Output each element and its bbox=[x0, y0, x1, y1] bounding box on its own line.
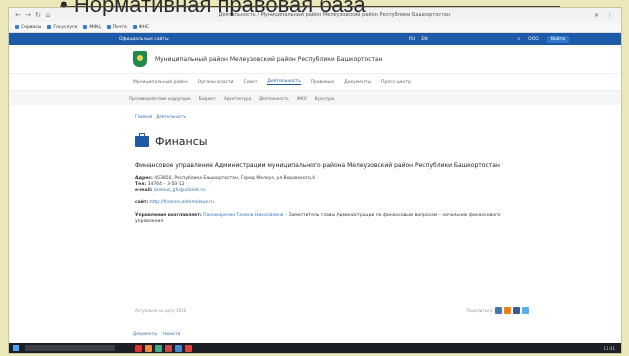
email-label: e-mail: bbox=[135, 188, 153, 193]
briefcase-icon bbox=[135, 133, 149, 147]
organization-name: Финансовое управление Администрации муни… bbox=[135, 162, 500, 169]
nav-item-active[interactable]: Деятельность bbox=[267, 79, 301, 85]
taskbar-search[interactable] bbox=[25, 345, 115, 351]
system-clock: 11:41 bbox=[603, 345, 615, 351]
site-top-bar: Официальные сайты RU EN ⌕ ООО Войти bbox=[9, 33, 621, 45]
close-icon[interactable]: × bbox=[594, 12, 599, 19]
nav-item[interactable]: Документы bbox=[344, 80, 371, 85]
footer-link[interactable]: Документы bbox=[133, 331, 157, 336]
share-label: Поделиться: bbox=[466, 308, 493, 313]
sub-nav: Противодействие коррупции Бюджет Архитек… bbox=[9, 91, 621, 105]
footer-links: Документы Новости bbox=[133, 331, 180, 336]
subnav-item[interactable]: Культура bbox=[315, 96, 335, 101]
bookmark-item[interactable]: МФЦ bbox=[83, 24, 101, 30]
language-switch: RU EN bbox=[409, 37, 428, 42]
breadcrumb-link[interactable]: Главная bbox=[135, 114, 152, 119]
accessibility-icon[interactable]: ООО bbox=[528, 37, 539, 42]
back-icon[interactable]: ← bbox=[15, 11, 21, 19]
app-icon[interactable] bbox=[175, 344, 182, 352]
nav-item[interactable]: Совет bbox=[243, 80, 257, 85]
page-title: Финансы bbox=[155, 135, 208, 148]
menu-icon[interactable]: ⋮ bbox=[607, 12, 613, 19]
app-icon[interactable] bbox=[185, 344, 192, 352]
browser-screenshot: ← → ↻ ⌂ Деятельность / Муниципальный рай… bbox=[9, 8, 621, 353]
breadcrumb: Главная Деятельность bbox=[9, 105, 621, 119]
head-of-department: Управление возглавляет: Пономаренко Гали… bbox=[135, 213, 525, 225]
start-icon[interactable] bbox=[13, 345, 19, 351]
nav-item[interactable]: Пресс-центр bbox=[381, 80, 411, 85]
bookmark-icon bbox=[83, 25, 88, 29]
email-line: e-mail: meleuz_gfu@ufanet.ru bbox=[135, 188, 621, 194]
facebook-share-icon[interactable] bbox=[513, 307, 520, 314]
ok-share-icon[interactable] bbox=[504, 307, 511, 314]
nav-item[interactable]: Правовые bbox=[311, 80, 334, 85]
os-taskbar: 11:41 bbox=[9, 343, 621, 353]
bookmark-item[interactable]: Госуслуги bbox=[47, 25, 77, 30]
app-icon[interactable] bbox=[145, 344, 152, 352]
page-footer-row: Актуально на дату 2016 Поделиться: bbox=[135, 307, 529, 314]
site-url-link[interactable]: http://finance.admmeleuz.ru bbox=[150, 200, 214, 205]
share-block: Поделиться: bbox=[467, 307, 529, 314]
updated-date: Актуально на дату 2016 bbox=[135, 308, 187, 313]
bookmark-label: Госуслуги bbox=[53, 24, 78, 30]
tel-value: 34764 – 3-50-12 bbox=[147, 182, 185, 187]
nav-item[interactable]: Органы власти bbox=[198, 80, 234, 85]
title-row: Финансы bbox=[135, 133, 621, 148]
subnav-item[interactable]: Противодействие коррупции bbox=[129, 96, 191, 101]
window-controls: × ⋮ bbox=[594, 12, 613, 19]
reload-icon[interactable]: ↻ bbox=[35, 11, 41, 19]
bookmark-label: Почта bbox=[112, 24, 127, 30]
address-value: 453850, Республика Башкортостан, Город М… bbox=[154, 176, 315, 181]
bookmark-item[interactable]: Почта bbox=[106, 24, 127, 30]
app-icon[interactable] bbox=[155, 344, 162, 352]
coat-of-arms-logo[interactable] bbox=[133, 51, 147, 67]
bookmark-icon bbox=[15, 25, 19, 29]
email-link[interactable]: meleuz_gfu@ufanet.ru bbox=[154, 188, 205, 193]
site-name[interactable]: Муниципальный район Мелеузовский район Р… bbox=[155, 56, 383, 63]
site-url-line: сайт: http://finance.admmeleuz.ru bbox=[135, 200, 621, 205]
footer-link[interactable]: Новости bbox=[163, 331, 180, 336]
head-label: Управление возглавляет: bbox=[135, 213, 202, 218]
search-icon[interactable]: ⌕ bbox=[518, 36, 521, 42]
bookmark-item[interactable]: Сервисы bbox=[15, 25, 41, 30]
site-label: сайт: bbox=[135, 200, 149, 205]
main-nav: Муниципальный район Органы власти Совет … bbox=[9, 74, 621, 91]
lang-en[interactable]: EN bbox=[421, 37, 427, 42]
head-name-link[interactable]: Пономаренко Галина Николаевна bbox=[203, 213, 283, 218]
bookmark-label: МФЦ bbox=[89, 24, 101, 30]
contact-details: Адрес: 453850, Республика Башкортостан, … bbox=[135, 176, 621, 194]
tel-label: Тел: bbox=[135, 182, 147, 187]
official-sites-link[interactable]: Официальные сайты bbox=[119, 37, 239, 42]
subnav-item[interactable]: ЖКХ bbox=[297, 96, 307, 101]
breadcrumb-link[interactable]: Деятельность bbox=[156, 114, 186, 119]
bookmark-icon bbox=[47, 25, 52, 29]
bookmark-icon bbox=[132, 25, 137, 29]
slide-bullet-text: • Нормативная правовая база bbox=[60, 0, 560, 16]
twitter-share-icon[interactable] bbox=[522, 307, 529, 314]
login-button[interactable]: Войти bbox=[546, 35, 570, 43]
nav-item[interactable]: Муниципальный район bbox=[133, 80, 188, 85]
app-icon[interactable] bbox=[165, 344, 172, 352]
lang-ru[interactable]: RU bbox=[409, 37, 415, 42]
bookmark-icon bbox=[106, 25, 111, 29]
subnav-item[interactable]: Деятельность bbox=[259, 96, 289, 101]
taskbar-apps bbox=[135, 344, 192, 352]
app-icon[interactable] bbox=[135, 344, 142, 352]
home-icon[interactable]: ⌂ bbox=[45, 11, 51, 19]
bookmark-item[interactable]: ФНС bbox=[132, 24, 150, 30]
address-label: Адрес: bbox=[135, 176, 153, 181]
top-actions: ⌕ ООО Войти bbox=[518, 35, 570, 43]
forward-icon[interactable]: → bbox=[25, 11, 31, 19]
subnav-item[interactable]: Бюджет bbox=[199, 96, 216, 101]
bookmarks-bar: Сервисы Госуслуги МФЦ Почта ФНС bbox=[9, 22, 621, 33]
site-header: Муниципальный район Мелеузовский район Р… bbox=[9, 45, 621, 74]
bookmark-label: ФНС bbox=[138, 24, 150, 30]
subnav-item[interactable]: Архитектура bbox=[224, 96, 251, 101]
bookmark-label: Сервисы bbox=[21, 24, 42, 30]
vk-share-icon[interactable] bbox=[495, 307, 502, 314]
